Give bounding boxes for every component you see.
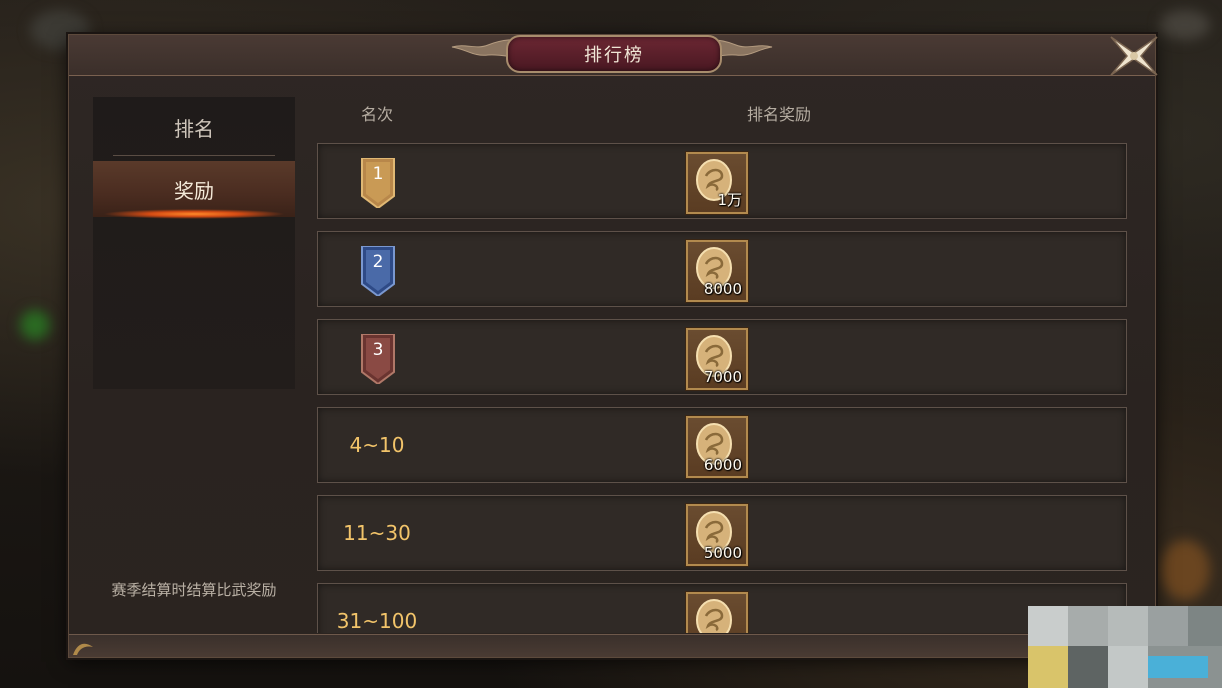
reward-amount: 7000 xyxy=(703,368,742,386)
list-item: 11~30 5000 xyxy=(317,495,1127,571)
reward-amount: 6000 xyxy=(703,456,742,474)
sidebar-divider xyxy=(113,155,275,156)
column-header-rank: 名次 xyxy=(361,105,394,124)
rank-number: 2 xyxy=(372,252,384,272)
rank-number: 1 xyxy=(372,164,384,184)
rank-range: 31~100 xyxy=(336,609,418,633)
tab-rewards[interactable]: 奖励 xyxy=(93,161,295,219)
reward-amount: 3000 xyxy=(704,632,742,633)
backdrop-blob xyxy=(1160,10,1210,40)
reward-item[interactable]: 6000 xyxy=(686,416,748,478)
reward-item[interactable]: 7000 xyxy=(686,328,748,390)
list-item: 1 1万 xyxy=(317,143,1127,219)
reward-amount: 5000 xyxy=(703,544,742,562)
corner-ornament-icon xyxy=(73,643,93,655)
column-header-reward: 排名奖励 xyxy=(747,105,812,124)
title-plate: 排行榜 xyxy=(506,35,722,73)
list-item: 4~10 6000 xyxy=(317,407,1127,483)
tab-ranking-label: 排名 xyxy=(174,116,214,141)
tab-ranking[interactable]: 排名 xyxy=(93,99,295,155)
season-settlement-note: 赛季结算时结算比武奖励 xyxy=(111,581,277,599)
close-button[interactable] xyxy=(1105,31,1163,81)
backdrop-blob xyxy=(20,310,50,340)
title-banner: 排行榜 xyxy=(451,33,773,73)
rank-number: 3 xyxy=(372,340,384,360)
list-item: 3 7000 xyxy=(317,319,1127,395)
sidebar: 排名 奖励 xyxy=(93,97,295,389)
rank-range: 11~30 xyxy=(343,521,411,545)
rank-range: 4~10 xyxy=(349,433,405,457)
leaderboard-panel: 排行榜 排名 奖励 赛季结算时结算比武奖励 名次 排名奖励 1 1万 2 800… xyxy=(68,33,1158,658)
tab-rewards-label: 奖励 xyxy=(174,178,214,203)
page-title: 排行榜 xyxy=(584,45,644,66)
panel-footer-bar xyxy=(69,634,1155,657)
reward-list[interactable]: 1 1万 2 8000 3 7000 4~10 6000 11~30 5000 … xyxy=(317,141,1129,633)
close-icon xyxy=(1110,36,1158,76)
reward-amount: 8000 xyxy=(703,280,742,298)
reward-item[interactable]: 1万 xyxy=(686,152,748,214)
list-item: 31~100 3000 xyxy=(317,583,1127,633)
list-item: 2 8000 xyxy=(317,231,1127,307)
reward-item[interactable]: 5000 xyxy=(686,504,748,566)
reward-item[interactable]: 3000 xyxy=(686,592,748,633)
pixelated-overlay xyxy=(1028,606,1222,688)
reward-item[interactable]: 8000 xyxy=(686,240,748,302)
gold-coin-icon xyxy=(696,599,732,633)
reward-amount: 1万 xyxy=(717,191,742,209)
backdrop-blob xyxy=(1160,540,1210,600)
